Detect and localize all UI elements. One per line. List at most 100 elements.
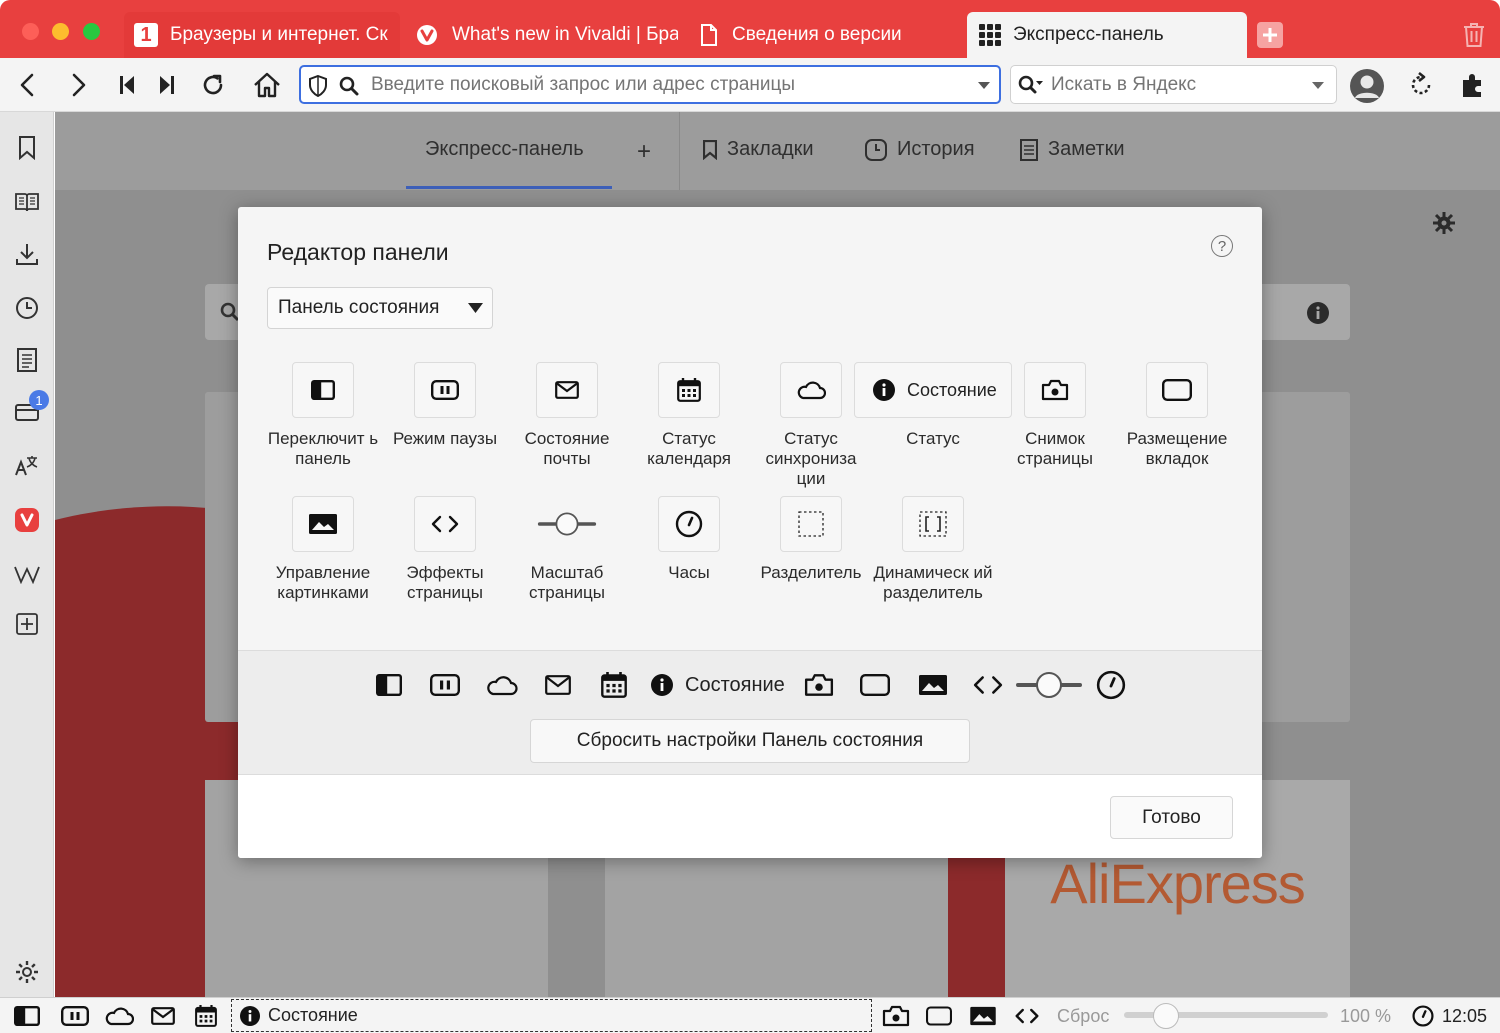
rewind-button[interactable]: [110, 68, 144, 102]
preview-sync-status[interactable]: [486, 670, 518, 700]
toolbar-item-calendar-status[interactable]: Статус календаря: [628, 362, 750, 469]
preview-capture[interactable]: [804, 670, 834, 700]
panel-notes-button[interactable]: [13, 346, 41, 374]
tab-bookmarks[interactable]: Закладки: [703, 138, 814, 161]
reset-toolbar-button[interactable]: Сбросить настройки Панель состояния: [530, 719, 970, 763]
toolbar-item-status[interactable]: Состояние Статус: [853, 362, 1013, 449]
item-button[interactable]: [536, 496, 598, 552]
preview-mail-status[interactable]: [545, 670, 571, 700]
preview-images[interactable]: [917, 670, 949, 700]
images-button[interactable]: [969, 1004, 997, 1028]
preview-status[interactable]: Состояние: [651, 670, 785, 700]
add-group-button[interactable]: +: [637, 138, 651, 166]
sync-button[interactable]: [1404, 68, 1438, 102]
panel-wikipedia-button[interactable]: [13, 560, 41, 588]
item-button[interactable]: [780, 362, 842, 418]
item-button[interactable]: [414, 362, 476, 418]
toolbar-select[interactable]: Панель состояния: [267, 287, 493, 329]
speed-dial-settings-button[interactable]: [1433, 212, 1455, 234]
page-effects-button[interactable]: [1015, 1004, 1039, 1028]
extensions-button[interactable]: [1456, 68, 1490, 102]
tab-history[interactable]: История: [865, 138, 975, 161]
zoom-reset-button[interactable]: Сброс: [1057, 1004, 1109, 1028]
tab-vivaldi-news[interactable]: What's new in Vivaldi | Бра: [406, 12, 682, 58]
zoom-slider-handle[interactable]: [1153, 1003, 1179, 1029]
chevron-down-icon[interactable]: [1311, 81, 1325, 90]
sync-status-button[interactable]: [104, 1004, 134, 1028]
item-button[interactable]: [1024, 362, 1086, 418]
item-button[interactable]: [414, 496, 476, 552]
item-button[interactable]: [1146, 362, 1208, 418]
panel-bookmarks-button[interactable]: [13, 134, 41, 162]
url-input[interactable]: [371, 73, 961, 97]
preview-tile-tabs[interactable]: [860, 670, 890, 700]
preview-pause[interactable]: [430, 670, 460, 700]
preview-clock[interactable]: [1096, 670, 1126, 700]
preview-page-effects[interactable]: [973, 670, 1003, 700]
search-input[interactable]: [1051, 73, 1291, 97]
clock-button[interactable]: 12:05: [1412, 1004, 1487, 1028]
preview-page-zoom[interactable]: [1015, 670, 1083, 700]
panel-vivaldi-button[interactable]: [13, 506, 41, 534]
toolbar-item-panel-toggle[interactable]: Переключит ь панель: [262, 362, 384, 469]
tile-tabs-button[interactable]: [926, 1004, 952, 1028]
settings-button[interactable]: [13, 958, 41, 986]
preview-calendar-status[interactable]: [601, 670, 627, 700]
tile-icon: [926, 1006, 952, 1026]
window-minimize-button[interactable]: [52, 23, 69, 40]
panel-wallet-button[interactable]: 1: [13, 390, 49, 426]
toolbar-item-tile-tabs[interactable]: Размещение вкладок: [1116, 362, 1238, 469]
toolbar-item-flexible-separator[interactable]: Динамическ ий разделитель: [872, 496, 994, 603]
item-button[interactable]: [292, 362, 354, 418]
item-button[interactable]: [292, 496, 354, 552]
item-button[interactable]: [780, 496, 842, 552]
search-field-container[interactable]: [1010, 65, 1337, 104]
preview-panel-toggle[interactable]: [376, 670, 402, 700]
url-field-container[interactable]: [299, 65, 1001, 104]
panel-translate-button[interactable]: [13, 452, 41, 480]
search-engine-icon[interactable]: [1018, 75, 1044, 95]
forward-button[interactable]: [62, 68, 96, 102]
item-button[interactable]: [902, 496, 964, 552]
calendar-status-button[interactable]: [195, 1004, 217, 1028]
toolbar-item-pause[interactable]: Режим паузы: [384, 362, 506, 449]
tab-speed-dial-group[interactable]: Экспресс-панель: [425, 138, 584, 161]
toolbar-item-clock[interactable]: Часы: [628, 496, 750, 583]
item-button[interactable]: Состояние: [854, 362, 1012, 418]
done-button[interactable]: Готово: [1110, 796, 1233, 839]
help-button[interactable]: ?: [1211, 235, 1233, 257]
toolbar-item-separator[interactable]: Разделитель: [750, 496, 872, 583]
capture-button[interactable]: [882, 1004, 910, 1028]
toolbar-item-images[interactable]: Управление картинками: [262, 496, 384, 603]
toolbar-item-capture[interactable]: Снимок страницы: [994, 362, 1116, 469]
reload-button[interactable]: [196, 68, 230, 102]
tab-speed-dial[interactable]: Экспресс-панель: [967, 12, 1247, 58]
profile-button[interactable]: [1349, 68, 1385, 104]
shield-icon[interactable]: [309, 75, 327, 97]
fast-forward-button[interactable]: [150, 68, 184, 102]
panel-toggle-button[interactable]: [14, 1004, 40, 1028]
panel-add-button[interactable]: [13, 610, 41, 638]
info-icon[interactable]: [1307, 302, 1329, 324]
tab-version-info[interactable]: Сведения о версии: [688, 12, 964, 58]
pause-button[interactable]: [61, 1004, 89, 1028]
item-button[interactable]: [658, 496, 720, 552]
item-button[interactable]: [536, 362, 598, 418]
toolbar-item-page-effects[interactable]: Эффекты страницы: [384, 496, 506, 603]
chevron-down-icon[interactable]: [977, 81, 991, 90]
panel-history-button[interactable]: [13, 294, 41, 322]
trash-button[interactable]: [1463, 22, 1485, 48]
home-button[interactable]: [250, 68, 284, 102]
mail-status-button[interactable]: [150, 1004, 176, 1028]
toolbar-item-page-zoom[interactable]: Масштаб страницы: [506, 496, 628, 603]
panel-downloads-button[interactable]: [13, 240, 41, 268]
window-zoom-button[interactable]: [83, 23, 100, 40]
item-button[interactable]: [658, 362, 720, 418]
tab-yandex[interactable]: 1 Браузеры и интернет. Ск: [124, 12, 400, 58]
new-tab-button[interactable]: [1257, 22, 1283, 48]
tab-notes[interactable]: Заметки: [1020, 138, 1125, 161]
back-button[interactable]: [10, 68, 44, 102]
window-close-button[interactable]: [22, 23, 39, 40]
panel-reading-list-button[interactable]: [13, 188, 41, 216]
toolbar-item-mail-status[interactable]: Состояние почты: [506, 362, 628, 469]
